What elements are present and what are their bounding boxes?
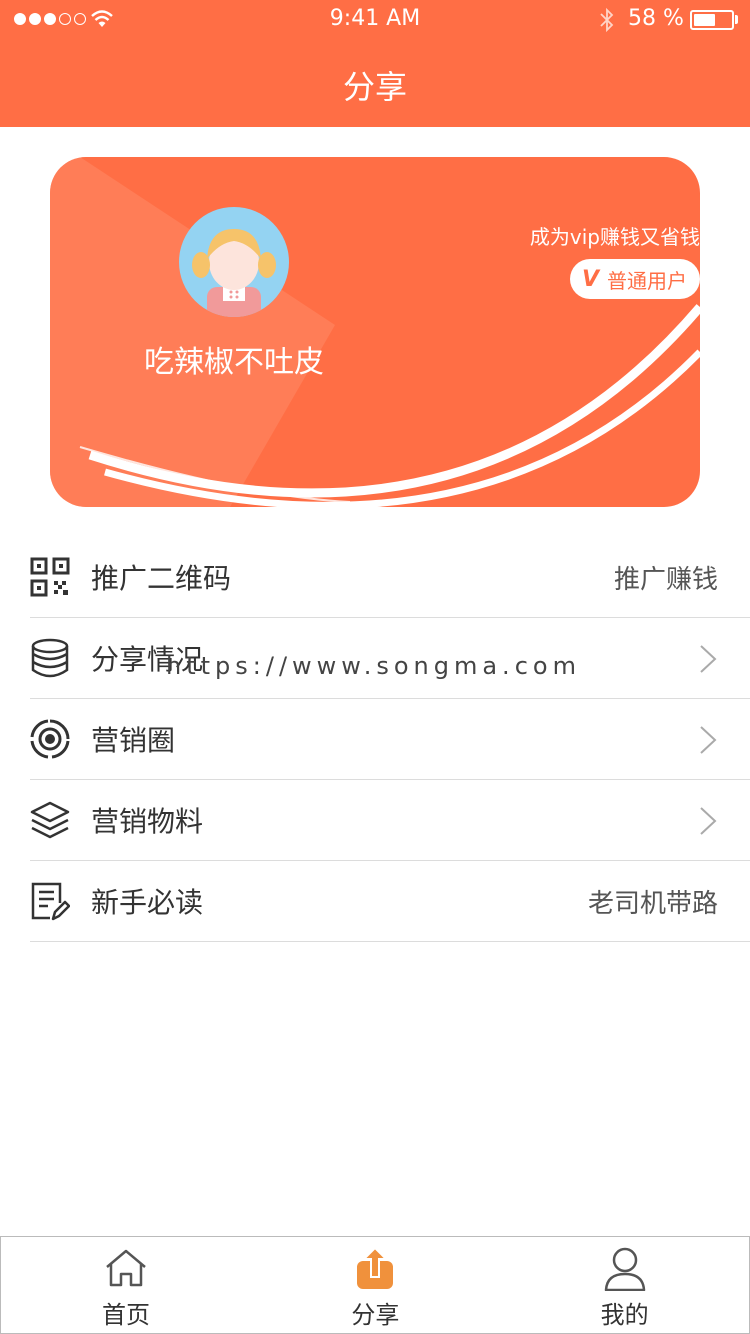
menu-item-label: 营销物料 [91,805,204,838]
menu-item-qr-code[interactable]: 推广二维码 推广赚钱 [30,537,750,618]
chevron-right-icon [700,807,717,835]
qr-code-icon [30,557,70,597]
status-bar: 9:41 AM 58 % [0,0,750,40]
profile-card[interactable]: 吃辣椒不吐皮 成为vip赚钱又省钱 V 普通用户 [50,157,700,507]
girl-avatar-icon [192,229,276,317]
database-icon [31,638,69,678]
menu-item-marketing-circle[interactable]: 营销圈 [30,699,750,780]
tab-label: 我的 [600,1301,649,1329]
tab-share[interactable]: 分享 [250,1237,499,1333]
tab-bar: 首页 分享 我的 [0,1236,750,1334]
tab-label: 首页 [102,1301,150,1329]
user-icon [604,1247,645,1291]
layers-icon [30,801,70,839]
watermark-text: https://www.songma.com [166,652,581,680]
bluetooth-icon [600,7,614,33]
document-edit-icon [31,882,70,921]
member-level-label: 普通用户 [607,268,688,293]
tab-mine[interactable]: 我的 [500,1237,749,1333]
battery-percent: 58 % [628,6,684,31]
member-badge[interactable]: V 普通用户 [570,259,700,299]
chevron-right-icon [700,645,717,673]
menu-item-label: 新手必读 [91,886,204,919]
menu-item-label: 营销圈 [91,724,176,757]
battery-icon [690,10,734,30]
avatar[interactable] [179,207,289,317]
menu-item-beginner-guide[interactable]: 新手必读 老司机带路 [30,861,750,942]
tab-label: 分享 [351,1301,400,1329]
page-title: 分享 [342,68,407,106]
menu-item-right-text: 推广赚钱 [613,564,718,595]
share-upload-icon [357,1247,394,1289]
menu-item-right-text: 老司机带路 [587,888,718,919]
chevron-right-icon [700,726,717,754]
vip-promo-text[interactable]: 成为vip赚钱又省钱 [530,221,700,250]
tab-home[interactable]: 首页 [1,1237,250,1333]
battery-cap [735,15,738,24]
header: 9:41 AM 58 % 分享 [0,0,750,127]
vip-v-icon: V [582,266,600,292]
menu-list: 推广二维码 推广赚钱 分享情况 营销圈 营销物料 新手必读 老司机带路 [30,537,750,942]
menu-item-marketing-materials[interactable]: 营销物料 [30,780,750,861]
card-decoration [50,157,700,507]
username: 吃辣椒不吐皮 [144,345,324,380]
battery-fill [694,14,715,26]
target-icon [30,719,70,759]
home-icon [106,1249,146,1287]
menu-item-label: 推广二维码 [91,562,232,595]
